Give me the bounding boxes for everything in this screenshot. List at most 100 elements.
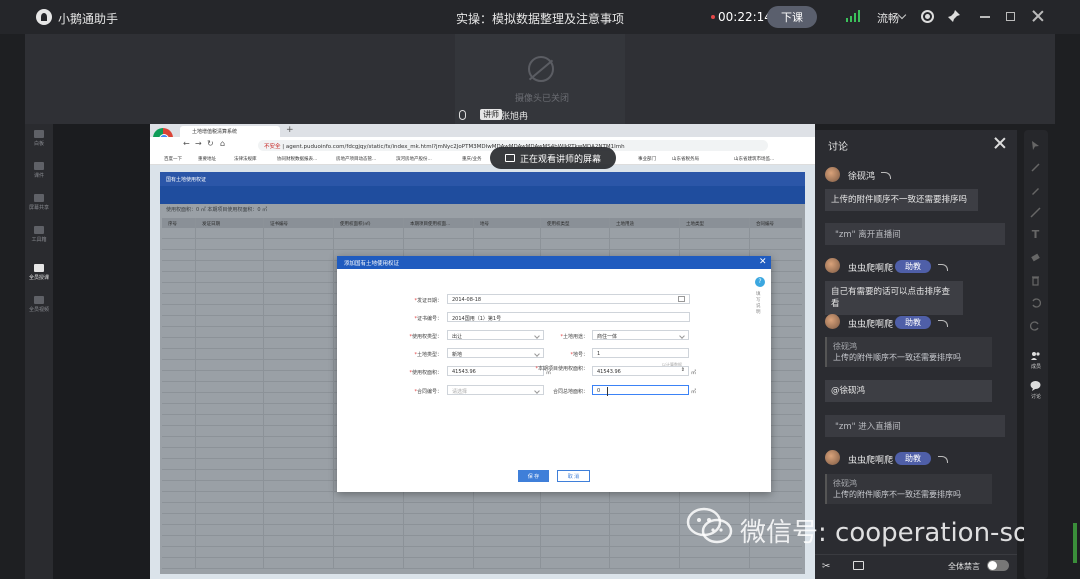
microphone-icon xyxy=(34,264,44,272)
redo-icon[interactable] xyxy=(1030,320,1041,331)
restore-icon[interactable] xyxy=(1006,12,1015,21)
text-tool-icon[interactable]: T xyxy=(1030,229,1041,240)
cancel-label: 取 消 xyxy=(567,473,580,480)
bookmark-item[interactable]: 重庆/业务 xyxy=(462,156,482,162)
members-icon[interactable] xyxy=(1030,350,1041,361)
issue-date-field[interactable]: 2014-08-18 xyxy=(447,294,690,304)
app-page-header: 国有土地使用权证 xyxy=(160,172,805,186)
browser-tab[interactable]: 土地增值税清算系统 xyxy=(180,126,280,137)
grid-column-header: 证书编号 xyxy=(270,222,288,227)
quoted-username: 徐砚鸿 xyxy=(833,342,857,351)
area-summary: 使用权面积：0 ㎡ 本期项目使用权面积：0 ㎡ xyxy=(166,207,268,213)
save-button[interactable]: 保 存 xyxy=(518,470,549,482)
image-icon[interactable] xyxy=(853,561,864,570)
eraser-icon[interactable] xyxy=(1030,252,1041,263)
laser-pointer-icon[interactable] xyxy=(1030,162,1041,173)
calendar-icon[interactable] xyxy=(678,296,685,302)
undo-icon[interactable] xyxy=(1030,297,1041,308)
reload-icon[interactable]: ↻ xyxy=(207,139,214,148)
whiteboard-tool[interactable]: 白板 xyxy=(25,130,53,147)
forward-icon[interactable]: → xyxy=(195,139,202,148)
end-class-button[interactable]: 下课 xyxy=(767,6,817,28)
trash-icon[interactable] xyxy=(1030,275,1041,286)
bookmark-item[interactable]: 协同财税数据报表... xyxy=(277,156,317,162)
pin-icon[interactable] xyxy=(947,9,961,23)
wechat-watermark: 微信号: cooperation-soft xyxy=(740,518,1048,548)
help-text[interactable]: 填写说明 xyxy=(756,292,763,316)
bookmark-item[interactable]: 山东省税务局 xyxy=(672,156,699,162)
dialog-header xyxy=(337,256,771,269)
pointer-icon[interactable] xyxy=(1030,140,1041,151)
settings-icon[interactable] xyxy=(921,10,934,23)
avatar[interactable] xyxy=(825,167,840,182)
discussion-label[interactable]: 讨论 xyxy=(1027,393,1045,400)
project-area-stepper[interactable]: 41543.96 ⇕ xyxy=(592,366,689,376)
screen-share-banner: 正在观看讲师的屏幕 xyxy=(490,147,616,169)
avatar[interactable] xyxy=(825,258,840,273)
help-icon[interactable]: ? xyxy=(755,277,765,287)
screen-share-tool[interactable]: 屏幕共享 xyxy=(25,194,53,211)
table-row xyxy=(162,547,802,558)
assistant-badge: 助教 xyxy=(895,452,931,465)
reply-icon[interactable] xyxy=(938,456,948,463)
home-icon[interactable]: ⌂ xyxy=(220,139,225,148)
table-row xyxy=(162,558,802,569)
bookmark-item[interactable]: 重要地址 xyxy=(198,156,216,162)
video-icon xyxy=(34,296,44,304)
all-video-tool[interactable]: 全员视频 xyxy=(25,296,53,313)
mute-all-toggle[interactable] xyxy=(987,560,1009,571)
bookmark-item[interactable]: 法律法规库 xyxy=(234,156,257,162)
dialog-title: 添加国有土地使用权证 xyxy=(344,261,400,267)
contract-label: *合同编号： xyxy=(414,389,442,395)
tool-label: 工具箱 xyxy=(31,237,47,243)
stepper-arrows-icon[interactable]: ⇕ xyxy=(681,367,685,373)
contract-area-unit: ㎡ xyxy=(691,389,697,395)
presenter-name: 张旭冉 xyxy=(501,112,529,122)
cert-no-field[interactable]: 2014国用（1）第1号 xyxy=(447,312,690,322)
avatar[interactable] xyxy=(825,314,840,329)
minimize-icon[interactable] xyxy=(980,16,990,18)
cert-no-value: 2014国用（1）第1号 xyxy=(452,315,502,322)
bookmark-item[interactable]: 百度一下 xyxy=(164,156,182,162)
close-discussion-icon[interactable] xyxy=(994,137,1006,149)
all-audio-tool[interactable]: 全员授课 xyxy=(25,264,53,281)
pen-icon[interactable] xyxy=(1030,185,1041,196)
quality-select[interactable]: 流畅 xyxy=(877,10,899,26)
reply-icon[interactable] xyxy=(938,264,948,271)
tool-label: 白板 xyxy=(33,141,44,147)
bookmark-item[interactable]: 滨河房地产股份... xyxy=(396,156,432,162)
bookmark-item[interactable]: 事业部门 xyxy=(638,156,656,162)
issue-date-value: 2014-08-18 xyxy=(452,296,482,303)
system-message: "zm" 进入直播间 xyxy=(825,415,1005,437)
new-tab-icon[interactable]: + xyxy=(286,125,294,135)
project-area-unit: ㎡ xyxy=(691,370,697,376)
reply-icon[interactable] xyxy=(938,320,948,327)
members-label[interactable]: 成员 xyxy=(1027,363,1045,370)
class-timer: 00:22:14 xyxy=(718,10,772,24)
courseware-tool[interactable]: 课件 xyxy=(25,162,53,179)
avatar[interactable] xyxy=(825,450,840,465)
dialog-close-icon[interactable]: ✕ xyxy=(759,257,767,267)
reply-icon[interactable] xyxy=(881,172,891,179)
app-name: 小鹅通助手 xyxy=(58,12,119,26)
back-icon[interactable]: ← xyxy=(183,139,190,148)
quoted-text: 上传的附件顺序不一致还需要排序吗 xyxy=(833,353,961,362)
quoted-message: 徐砚鸿 上传的附件顺序不一致还需要排序吗 xyxy=(825,474,992,504)
quoted-text: 上传的附件顺序不一致还需要排序吗 xyxy=(833,490,961,499)
parcel-field[interactable]: 1 xyxy=(592,348,689,358)
cancel-button[interactable]: 取 消 xyxy=(557,470,590,482)
scissors-icon[interactable]: ✂ xyxy=(822,561,830,572)
tool-label: 课件 xyxy=(33,173,44,179)
land-use-select[interactable]: 商住一体 xyxy=(592,330,689,340)
use-type-label: *使用权类型： xyxy=(409,334,442,340)
discussion-icon[interactable] xyxy=(1030,380,1041,391)
line-tool-icon[interactable] xyxy=(1030,207,1041,218)
title-bar xyxy=(0,0,1080,34)
text-cursor xyxy=(607,387,608,396)
grid-column-header: 土地用途 xyxy=(616,222,634,227)
close-window-icon[interactable] xyxy=(1032,10,1044,22)
grid-column-header: 使用权类型 xyxy=(547,222,570,227)
bookmark-item[interactable]: 房地产项目动态管... xyxy=(336,156,376,162)
bookmark-item[interactable]: 山东省建筑市场监... xyxy=(734,156,774,162)
toolbox-tool[interactable]: 工具箱 xyxy=(25,226,53,243)
